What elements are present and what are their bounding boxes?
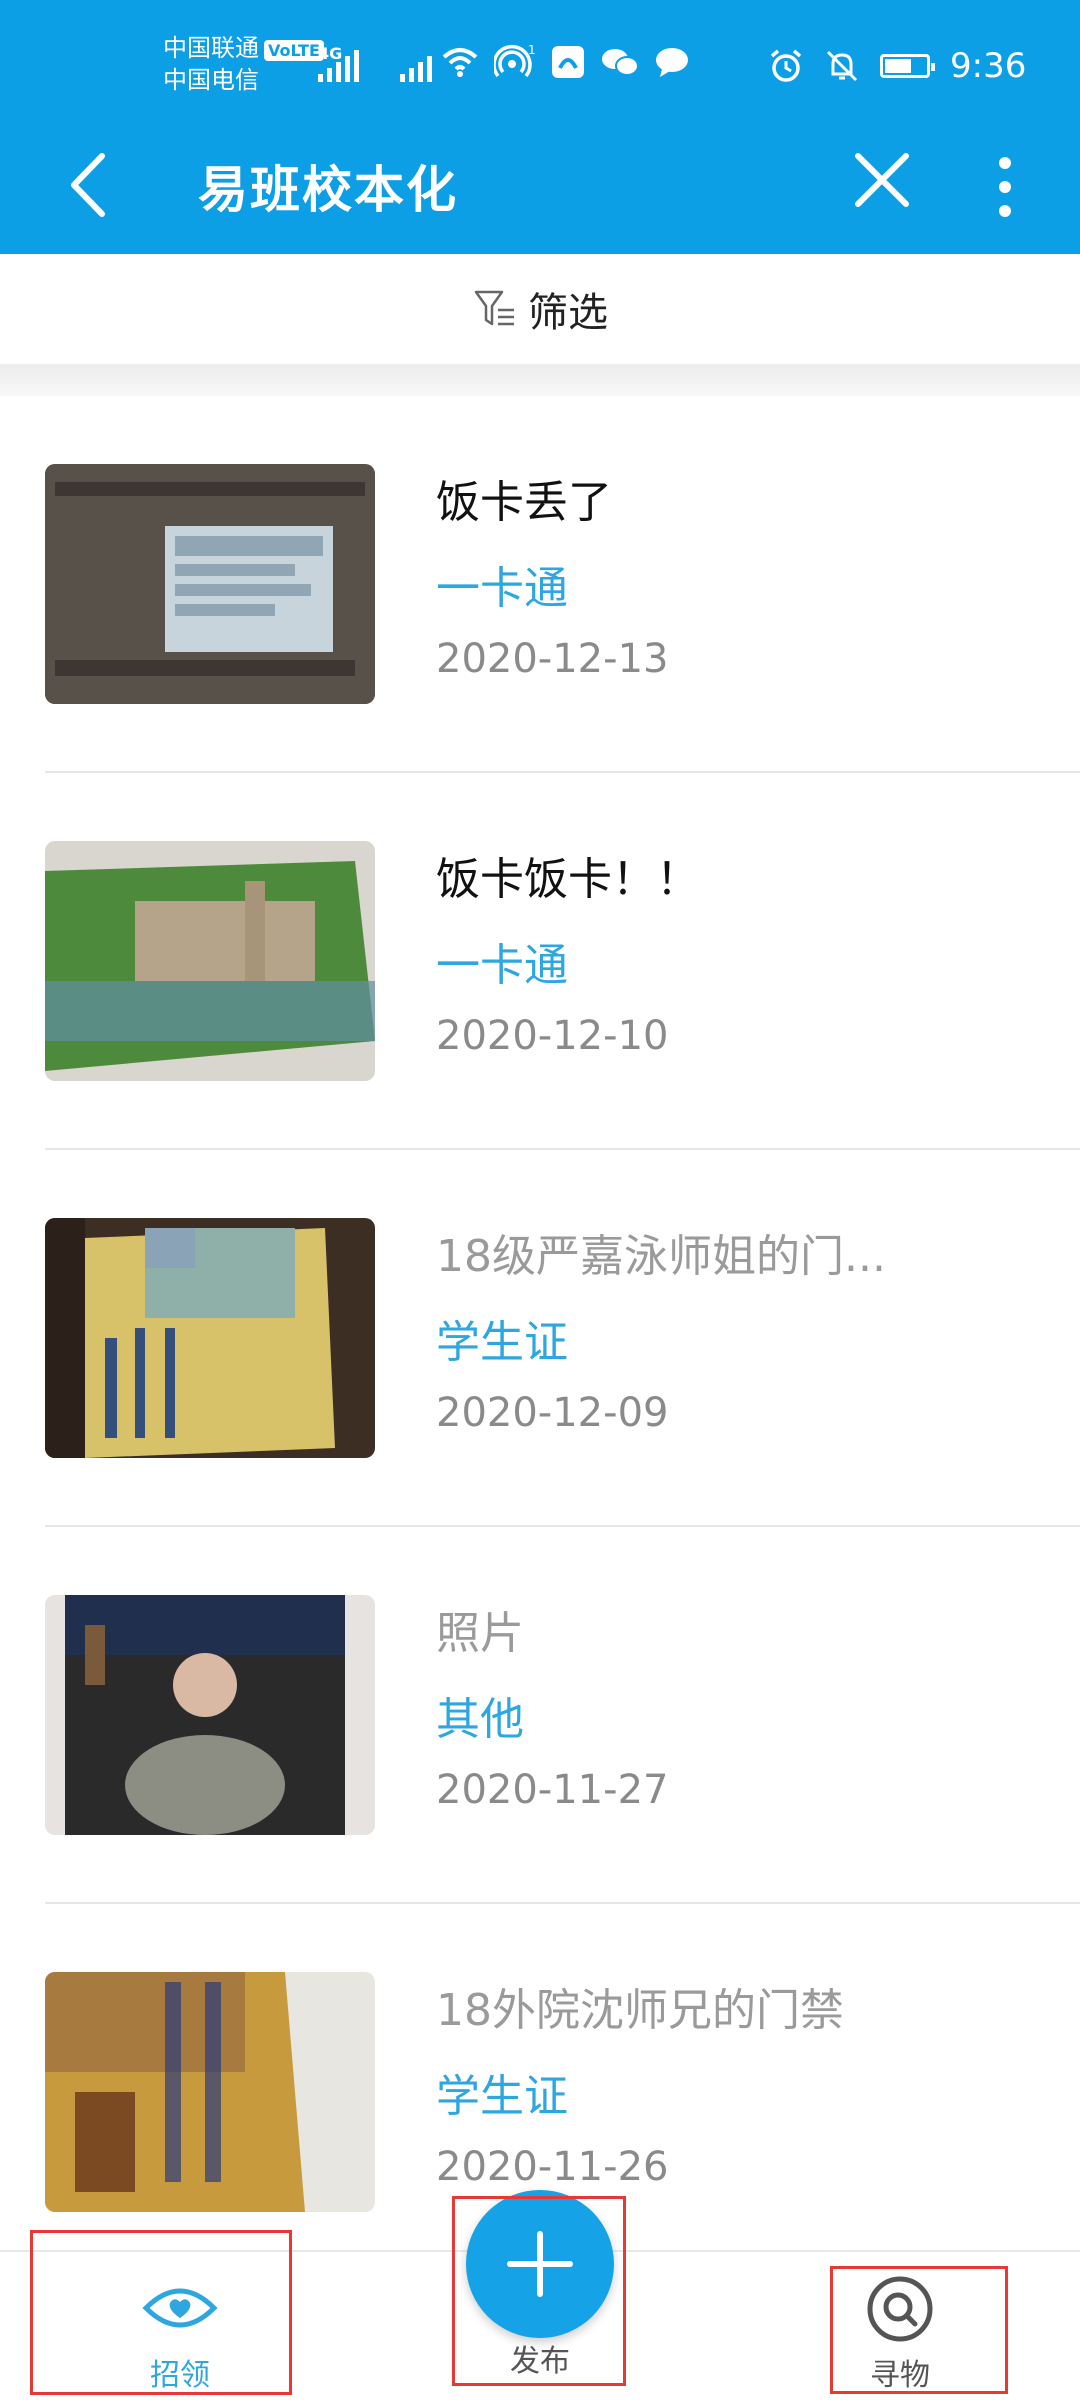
item-thumbnail bbox=[45, 1218, 375, 1458]
message-icon bbox=[656, 48, 688, 77]
mute-bell-icon bbox=[826, 50, 858, 82]
alarm-icon bbox=[770, 49, 802, 82]
item-thumbnail bbox=[45, 1972, 375, 2212]
filter-icon bbox=[474, 290, 514, 326]
item-category: 其他 bbox=[436, 1694, 524, 1745]
item-title: 照片 bbox=[436, 1608, 524, 1659]
back-arrow-icon[interactable] bbox=[60, 150, 120, 220]
list-item[interactable]: 饭卡饭卡！！ 一卡通 2020-12-10 bbox=[0, 773, 1080, 1150]
item-category: 学生证 bbox=[436, 1317, 568, 1368]
status-notification-icons: 1 bbox=[440, 44, 690, 80]
carrier-2: 中国电信 bbox=[163, 66, 259, 94]
item-category: 一卡通 bbox=[436, 940, 568, 991]
close-icon[interactable] bbox=[850, 148, 914, 212]
filter-button[interactable]: 筛选 bbox=[472, 280, 608, 338]
app-bar: 易班校本化 bbox=[0, 120, 1080, 254]
more-vertical-icon[interactable] bbox=[990, 154, 1020, 220]
filter-bar: 筛选 bbox=[0, 254, 1080, 364]
highlight-box-publish bbox=[452, 2196, 626, 2386]
item-title: 饭卡饭卡！！ bbox=[436, 854, 700, 905]
item-category: 学生证 bbox=[436, 2071, 568, 2122]
item-thumbnail bbox=[45, 841, 375, 1081]
list-item[interactable]: 照片 其他 2020-11-27 bbox=[0, 1527, 1080, 1904]
header: 中国联通 中国电信 VoLTE 4G 1 9:36 易班校本化 bbox=[0, 0, 1080, 254]
item-thumbnail bbox=[45, 464, 375, 704]
hotspot-icon: 1 bbox=[494, 44, 536, 78]
item-date: 2020-12-10 bbox=[436, 1013, 669, 1059]
list-item[interactable]: 18级严嘉泳师姐的门... 学生证 2020-12-09 bbox=[0, 1150, 1080, 1527]
highlight-box-find bbox=[830, 2266, 1008, 2394]
item-title: 18外院沈师兄的门禁 bbox=[436, 1985, 844, 2036]
carrier-1: 中国联通 bbox=[163, 34, 259, 62]
item-thumbnail bbox=[45, 1595, 375, 1835]
carrier-info: 中国联通 中国电信 bbox=[163, 32, 259, 96]
list-item[interactable]: 饭卡丢了 一卡通 2020-12-13 bbox=[0, 396, 1080, 773]
signal-strength-icon-1 bbox=[318, 50, 359, 82]
app-notification-icon bbox=[552, 46, 584, 78]
highlight-box-claim bbox=[30, 2230, 292, 2395]
item-category: 一卡通 bbox=[436, 563, 568, 614]
item-date: 2020-11-27 bbox=[436, 1767, 669, 1813]
status-bar: 中国联通 中国电信 VoLTE 4G 1 9:36 bbox=[0, 0, 1080, 120]
signal-strength-icon-2 bbox=[400, 50, 432, 82]
item-date: 2020-12-09 bbox=[436, 1390, 669, 1436]
filter-label: 筛选 bbox=[528, 290, 608, 336]
page-title: 易班校本化 bbox=[198, 161, 458, 219]
item-date: 2020-11-26 bbox=[436, 2144, 669, 2190]
section-separator bbox=[0, 364, 1080, 396]
item-date: 2020-12-13 bbox=[436, 636, 669, 682]
wifi-icon bbox=[442, 48, 478, 77]
clock: 9:36 bbox=[950, 46, 1027, 86]
battery-icon bbox=[880, 54, 935, 78]
wechat-icon bbox=[602, 49, 639, 76]
item-title: 饭卡丢了 bbox=[436, 477, 612, 528]
volte-badge: VoLTE bbox=[264, 40, 324, 61]
status-right-group: 9:36 bbox=[768, 46, 1026, 86]
hotspot-count: 1 bbox=[528, 44, 536, 57]
item-title: 18级严嘉泳师姐的门... bbox=[436, 1231, 886, 1282]
